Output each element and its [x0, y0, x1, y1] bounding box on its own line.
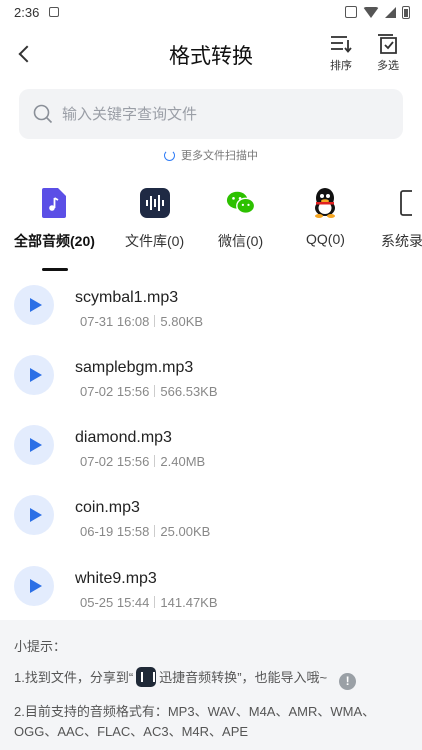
- play-icon: [29, 368, 42, 382]
- sort-icon: [331, 36, 352, 53]
- scan-status: 更多文件扫描中: [0, 147, 422, 163]
- divider: [154, 385, 156, 397]
- music-file-icon: [39, 188, 69, 218]
- tab-qq[interactable]: QQ(0): [306, 188, 345, 247]
- file-date: 07-02 15:56: [80, 454, 150, 469]
- file-name: white9.mp3: [75, 570, 157, 587]
- search-input[interactable]: [62, 105, 382, 123]
- file-meta: 07-31 16:08 5.80KB: [80, 314, 203, 329]
- file-meta: 07-02 15:56 2.40MB: [80, 454, 205, 469]
- scan-status-text: 更多文件扫描中: [181, 150, 258, 162]
- sort-button[interactable]: 排序: [319, 34, 363, 73]
- status-icons: [345, 5, 410, 19]
- active-tab-indicator: [42, 268, 68, 271]
- tip-text: ”，也能导入哦~: [237, 670, 328, 685]
- audio-library-icon: [139, 188, 170, 218]
- file-size: 141.47KB: [160, 595, 218, 610]
- sort-label: 排序: [330, 60, 352, 72]
- wechat-icon: [226, 188, 256, 218]
- file-size: 25.00KB: [160, 524, 211, 539]
- file-name: diamond.mp3: [75, 429, 172, 446]
- search-icon: [33, 104, 53, 124]
- signal-icon: [385, 6, 396, 18]
- list-item[interactable]: white9.mp3 05-25 15:44 141.47KB: [0, 561, 422, 621]
- play-icon: [29, 298, 42, 312]
- play-icon: [29, 438, 42, 452]
- tab-wechat[interactable]: 微信(0): [218, 188, 263, 251]
- app-logo-icon: [136, 667, 157, 687]
- file-date: 07-02 15:56: [80, 384, 150, 399]
- play-button[interactable]: [14, 355, 54, 395]
- list-item[interactable]: scymbal1.mp3 07-31 16:08 5.80KB: [0, 280, 422, 340]
- file-name: scymbal1.mp3: [75, 289, 179, 306]
- list-item[interactable]: samplebgm.mp3 07-02 15:56 566.53KB: [0, 350, 422, 410]
- file-date: 06-19 15:58: [80, 524, 150, 539]
- file-size: 2.40MB: [160, 454, 206, 469]
- file-meta: 07-02 15:56 566.53KB: [80, 384, 218, 399]
- divider: [154, 315, 156, 327]
- file-size: 5.80KB: [160, 314, 204, 329]
- tip-line-2: 2.目前支持的音频格式有：MP3、WAV、M4A、AMR、WMA、OGG、AAC…: [14, 704, 376, 739]
- loading-spinner-icon: [164, 149, 175, 161]
- file-name: coin.mp3: [75, 499, 140, 516]
- wifi-icon: [363, 6, 379, 18]
- multi-select-label: 多选: [377, 60, 399, 72]
- play-button[interactable]: [14, 495, 54, 535]
- play-icon: [29, 508, 42, 522]
- divider: [154, 596, 156, 608]
- info-icon[interactable]: !: [339, 673, 357, 690]
- tip-line-1: 1.找到文件，分享到“ 迅捷音频转换”，也能导入哦~!: [14, 667, 408, 690]
- play-button[interactable]: [14, 566, 54, 606]
- file-date: 07-31 16:08: [80, 314, 150, 329]
- search-bar[interactable]: [19, 89, 403, 139]
- tab-label: 文件库(0): [125, 233, 185, 249]
- play-button[interactable]: [14, 285, 54, 325]
- divider: [154, 455, 156, 467]
- list-item[interactable]: diamond.mp3 07-02 15:56 2.40MB: [0, 420, 422, 480]
- file-size: 566.53KB: [160, 384, 218, 399]
- list-item[interactable]: coin.mp3 06-19 15:58 25.00KB: [0, 490, 422, 550]
- tab-label: 微信(0): [218, 233, 264, 249]
- file-date: 05-25 15:44: [80, 595, 150, 610]
- battery-icon: [402, 5, 410, 19]
- multi-select-button[interactable]: 多选: [366, 34, 410, 73]
- divider: [154, 525, 156, 537]
- status-time: 2:36: [14, 4, 40, 20]
- file-name: samplebgm.mp3: [75, 359, 194, 376]
- tips-panel: 小提示： 1.找到文件，分享到“ 迅捷音频转换”，也能导入哦~! 2.目前支持的音…: [0, 620, 422, 750]
- tips-title: 小提示：: [14, 639, 67, 654]
- file-meta: 05-25 15:44 141.47KB: [80, 595, 218, 610]
- tab-file-library[interactable]: 文件库(0): [125, 188, 184, 251]
- play-button[interactable]: [14, 425, 54, 465]
- category-tabs: 全部音频(20) 文件库(0) 微信(0) QQ(0) 系统录: [0, 188, 422, 276]
- tab-label: 系统录: [381, 233, 422, 249]
- phone-icon: [387, 188, 417, 218]
- tab-system-recordings[interactable]: 系统录: [381, 188, 422, 251]
- checkbox-icon: [378, 34, 397, 54]
- tab-label: 全部音频(20): [14, 233, 95, 249]
- tip-text: 1.找到文件，分享到“: [14, 670, 134, 685]
- tip-app-name: 迅捷音频转换: [159, 670, 238, 685]
- play-icon: [29, 579, 42, 593]
- qq-icon: [310, 188, 340, 218]
- vibrate-icon: [345, 6, 357, 18]
- notification-icon: [49, 7, 60, 17]
- status-bar: 2:36: [0, 0, 422, 24]
- tab-label: QQ(0): [306, 231, 345, 247]
- tab-all-audio[interactable]: 全部音频(20): [14, 188, 95, 251]
- app-header: 格式转换 排序 多选: [0, 30, 422, 82]
- file-meta: 06-19 15:58 25.00KB: [80, 524, 210, 539]
